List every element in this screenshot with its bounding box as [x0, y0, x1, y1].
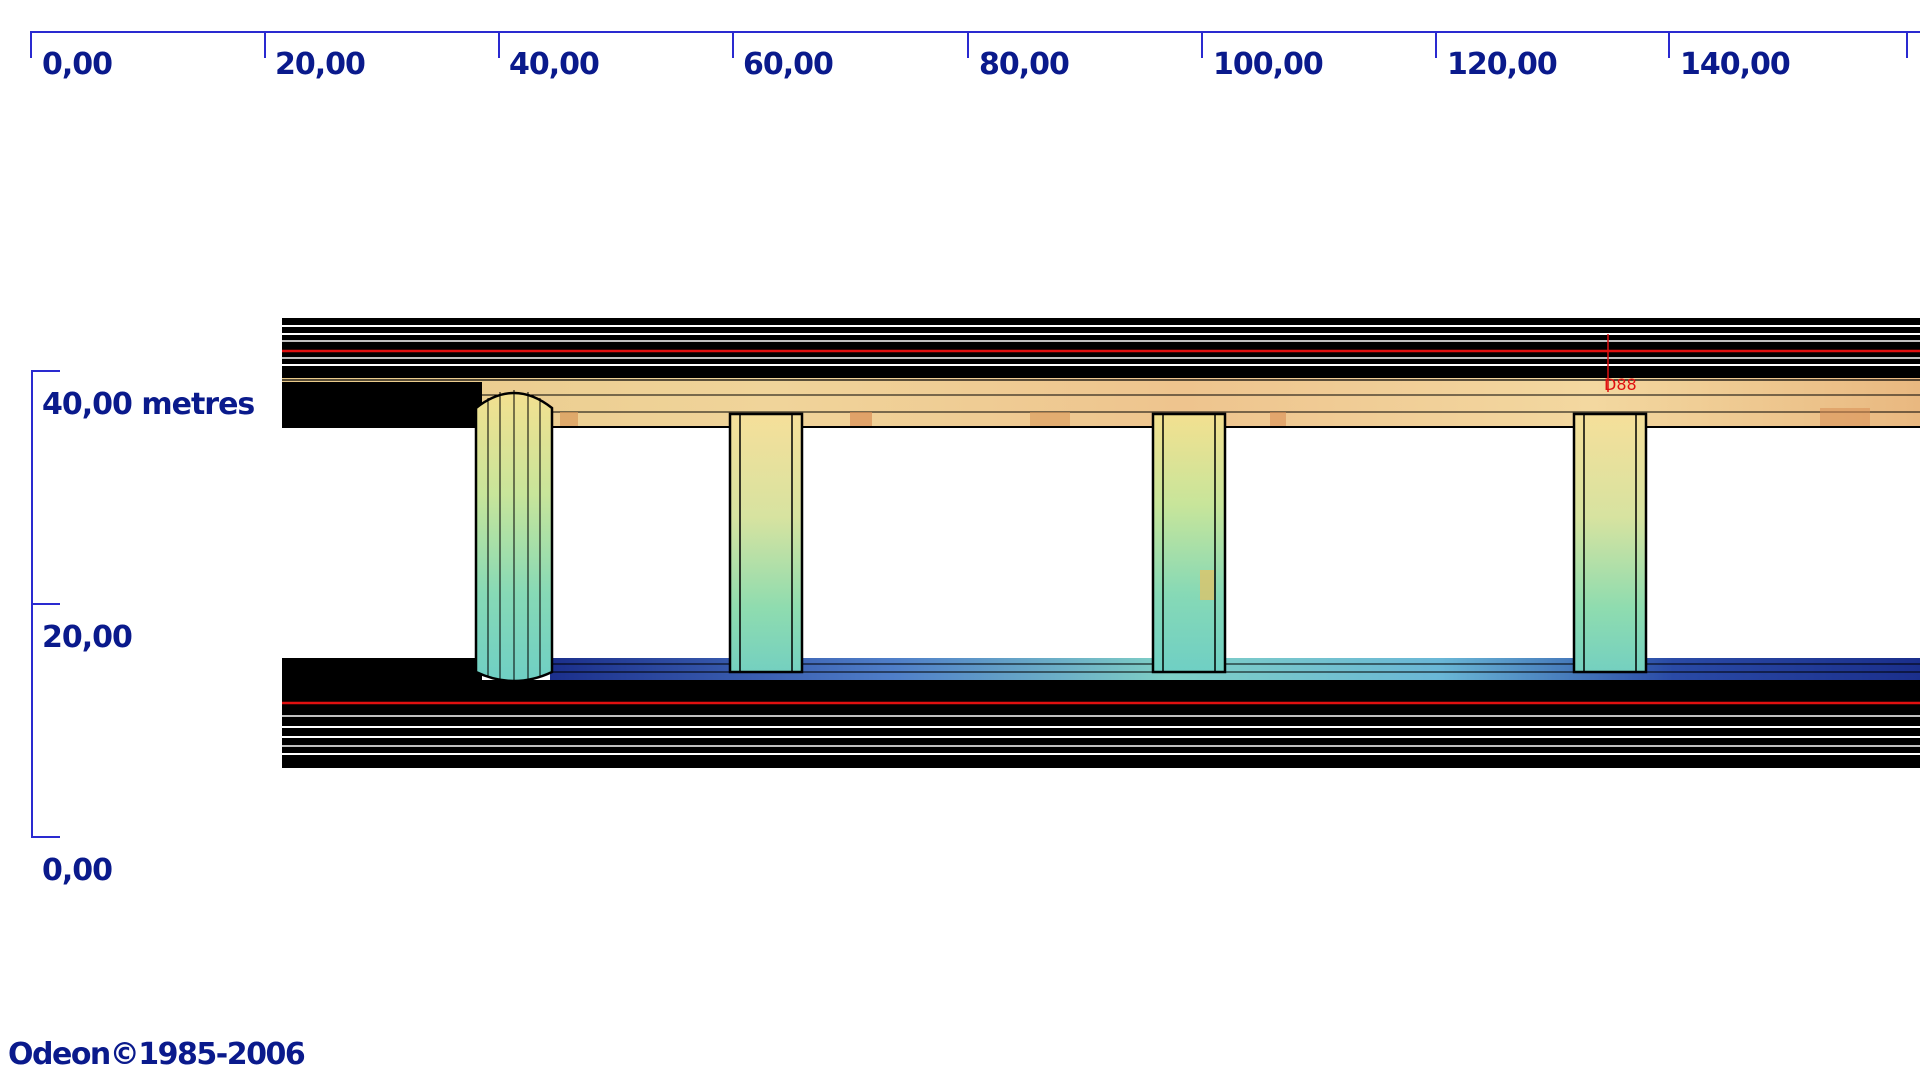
left-lower-block: [282, 658, 482, 680]
y-tick-label: 40,00 metres: [42, 387, 255, 422]
x-tick-label: 60,00: [743, 47, 834, 82]
x-tick-label: 40,00: [509, 47, 600, 82]
x-tick-label: 20,00: [275, 47, 366, 82]
odeon-3d-view: D88: [30, 31, 1920, 838]
x-tick-label: 140,00: [1680, 47, 1791, 82]
top-wall-band: [282, 318, 1920, 380]
hotspot: [1200, 570, 1214, 600]
pillar-3: [1151, 412, 1227, 674]
x-tick-label: 0,00: [42, 47, 113, 82]
hotspot: [1820, 408, 1870, 426]
pillar-4: [1572, 412, 1648, 674]
x-tick-label: 120,00: [1447, 47, 1558, 82]
hotspot: [1030, 412, 1070, 426]
hotspot: [560, 412, 578, 426]
hotspot: [1270, 412, 1286, 426]
pillar-3-body: [1151, 412, 1227, 674]
copyright-text: Odeon©1985-2006: [8, 1037, 306, 1072]
x-tick-label: 80,00: [979, 47, 1070, 82]
x-tick-label: 100,00: [1213, 47, 1324, 82]
receiver-marker-label: D88: [1604, 375, 1637, 394]
pillar-2: [728, 412, 804, 674]
pillar-2-body: [728, 412, 804, 674]
pillar-4-body: [1572, 412, 1648, 674]
y-tick-label: 0,00: [42, 853, 113, 888]
y-tick-label: 20,00: [42, 620, 133, 655]
room-model: D88: [282, 318, 1920, 768]
left-upper-block: [282, 382, 482, 428]
hotspot: [850, 412, 872, 426]
y-ruler: [31, 370, 60, 838]
pillar-1: [474, 390, 554, 683]
